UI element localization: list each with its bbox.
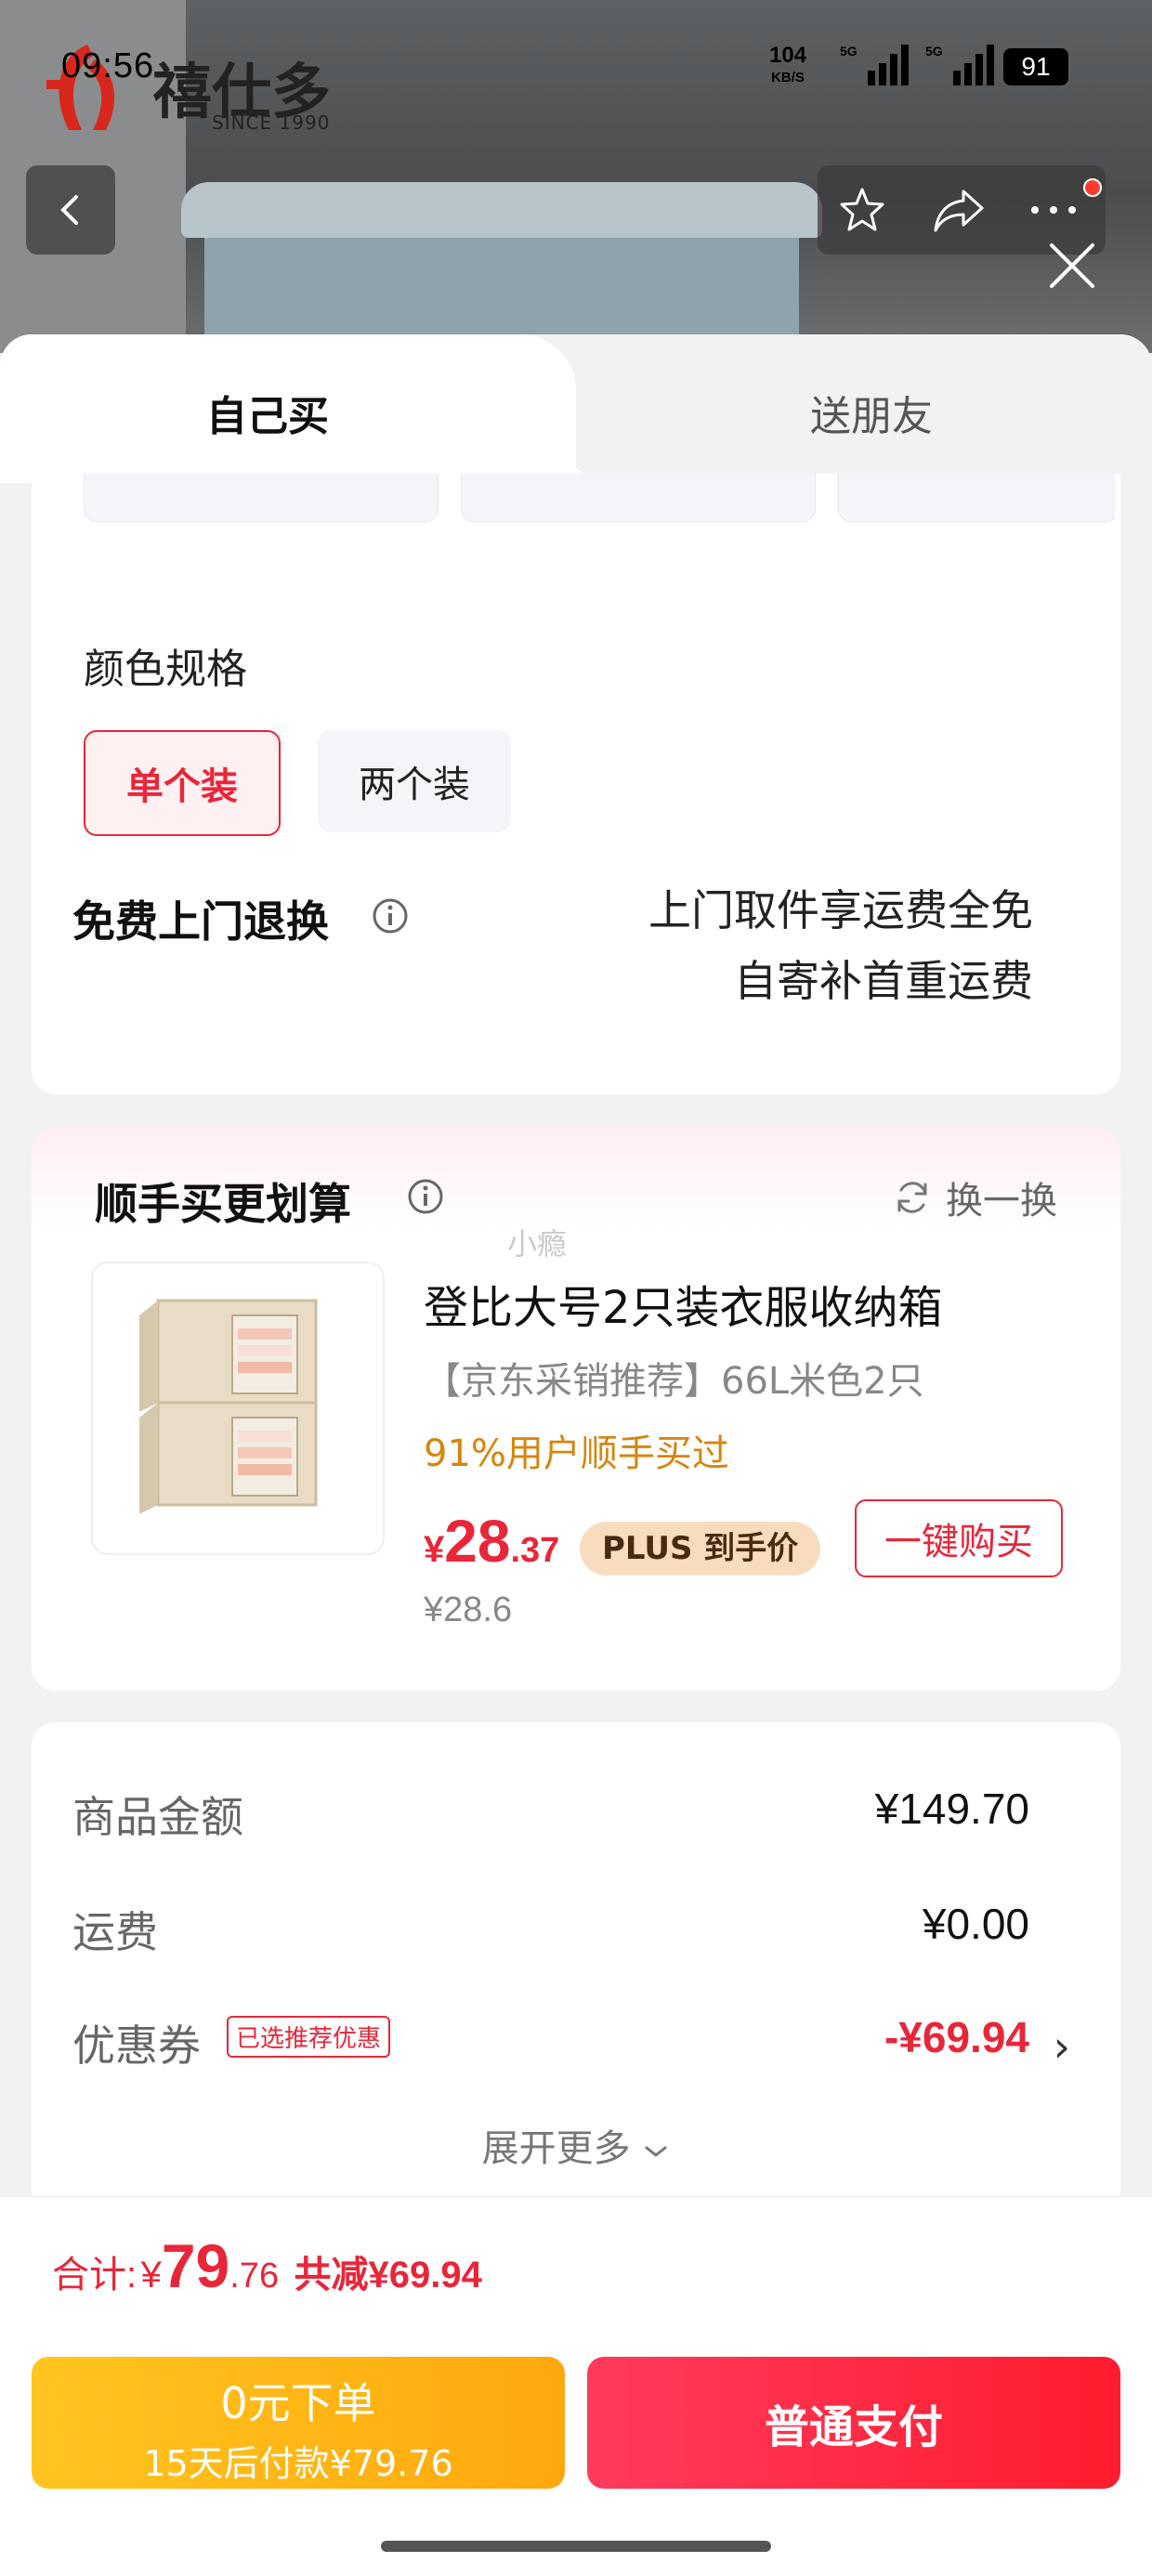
summary-row-value: ¥149.70 [874, 1785, 1029, 1833]
info-icon[interactable] [372, 897, 409, 935]
total-saved: 共减¥69.94 [294, 2255, 482, 2295]
plus-price-badge: PLUS 到手价 [580, 1522, 821, 1576]
signal-strength-2-icon: 5G [925, 44, 994, 85]
summary-row-label: 优惠券 [72, 2020, 201, 2071]
favorite-button[interactable] [834, 182, 890, 238]
network-speed-value: 104 [769, 43, 807, 68]
tab-buy-for-self-label: 自己买 [206, 393, 329, 440]
more-button[interactable] [1026, 182, 1081, 238]
watermark: 小瘾 [507, 1226, 568, 1262]
network-speed-unit: KB/S [771, 70, 805, 85]
expand-more-button[interactable]: 展开更多 [32, 2118, 1120, 2172]
hero-storage-box-lid [181, 182, 822, 238]
share-button[interactable] [931, 182, 987, 238]
variant-chip[interactable] [461, 474, 816, 522]
spec-card: 颜色规格 单个装 两个装 免费上门退换 上门取件享运费全免 自寄补首重运费 [32, 474, 1120, 1094]
signal-strength-icon: 5G [840, 44, 909, 85]
notification-dot [1083, 178, 1102, 197]
total-integer: 79 [161, 2231, 230, 2300]
total-decimal: .76 [229, 2256, 280, 2295]
one-click-buy-button[interactable]: 一键购买 [855, 1499, 1063, 1577]
purchase-mode-tabs: 自己买 送朋友 [0, 334, 1152, 483]
spec-option-double[interactable]: 两个装 [318, 730, 511, 832]
summary-row-label: 运费 [72, 1907, 158, 1957]
swap-label: 换一换 [946, 1180, 1057, 1223]
home-indicator[interactable] [381, 2541, 771, 2552]
chevron-left-icon [60, 195, 78, 225]
status-bar: 09:56 104 KB/S 5G 5G 91 [0, 37, 1152, 93]
signal-1-label: 5G [840, 44, 857, 59]
coupon-recommended-tag: 已选推荐优惠 [227, 2016, 391, 2058]
more-dots-icon [1031, 206, 1076, 214]
addon-product-image[interactable] [91, 1262, 385, 1555]
tab-buy-for-self[interactable]: 自己买 [0, 334, 613, 483]
total-currency: ¥ [140, 2255, 162, 2295]
star-icon [840, 188, 884, 231]
return-service-line2: 自寄补首重运费 [734, 956, 1033, 1006]
back-button[interactable] [26, 165, 115, 255]
storage-box-product-icon [139, 1299, 318, 1514]
checkout-bar: 合计: ¥79.76 共减¥69.94 0元下单 15天后付款¥79.76 普通… [0, 2196, 1152, 2576]
network-speed: 104 KB/S [769, 45, 806, 89]
chevron-right-icon[interactable]: › [1054, 2021, 1070, 2072]
signal-2-label: 5G [925, 44, 943, 59]
order-total: 合计: ¥79.76 共减¥69.94 [52, 2230, 482, 2301]
variant-chip[interactable] [838, 474, 1115, 522]
product-hero-image: 禧仕多 SINCE 1990 09:56 104 KB/S 5G 5G 91 [0, 0, 1152, 353]
spec-option-single[interactable]: 单个装 [84, 730, 281, 836]
status-time: 09:56 [61, 46, 155, 85]
spec-section-label: 颜色规格 [84, 646, 247, 693]
normal-pay-button[interactable]: 普通支付 [587, 2357, 1120, 2489]
variant-chips-row [84, 474, 1115, 552]
battery-indicator: 91 [1003, 48, 1068, 85]
zero-down-order-button[interactable]: 0元下单 15天后付款¥79.76 [32, 2357, 565, 2489]
chevron-down-icon [645, 2146, 667, 2157]
price-currency: ¥ [424, 1529, 445, 1570]
coupon-discount-value[interactable]: -¥69.94 [884, 2012, 1029, 2062]
brand-since: SINCE 1990 [212, 111, 331, 134]
price-decimal: .37 [510, 1531, 560, 1570]
addon-product-subtitle: 【京东采销推荐】66L米色2只 [424, 1360, 924, 1403]
return-service-title: 免费上门退换 [72, 896, 329, 947]
close-sheet-button[interactable] [1044, 238, 1100, 294]
addon-recommendation-card: 顺手买更划算 换一换 小瘾 登比大号2只装衣服收纳箱 【京东采销推荐】66L米色… [32, 1128, 1120, 1691]
price-integer: 28 [444, 1508, 511, 1575]
order-summary-card: 商品金额 ¥149.70 运费 ¥0.00 优惠券 已选推荐优惠 -¥69.94… [32, 1722, 1120, 2243]
addon-product-name[interactable]: 登比大号2只装衣服收纳箱 [424, 1271, 943, 1336]
addon-product-social-proof: 91%用户顺手买过 [424, 1432, 729, 1475]
variant-chip[interactable] [84, 474, 439, 522]
total-label: 合计: [52, 2255, 137, 2295]
zero-down-subtitle: 15天后付款¥79.76 [143, 2443, 453, 2484]
info-icon[interactable] [407, 1178, 444, 1215]
summary-row-label: 商品金额 [72, 1792, 243, 1842]
addon-product-price: ¥28.37 [424, 1507, 559, 1576]
expand-more-label: 展开更多 [481, 2127, 631, 2170]
swap-button[interactable]: 换一换 [892, 1170, 1057, 1224]
refresh-icon [897, 1182, 927, 1213]
tab-send-to-friend[interactable]: 送朋友 [810, 383, 933, 442]
return-service-detail: 上门取件享运费全免 自寄补首重运费 [648, 875, 1033, 1016]
share-icon [934, 190, 984, 232]
zero-down-title: 0元下单 [220, 2378, 376, 2428]
summary-row-value: ¥0.00 [922, 1900, 1029, 1948]
addon-title: 顺手买更划算 [95, 1179, 351, 1229]
addon-product-original-price: ¥28.6 [424, 1590, 513, 1629]
return-service-line1: 上门取件享运费全免 [648, 885, 1033, 935]
